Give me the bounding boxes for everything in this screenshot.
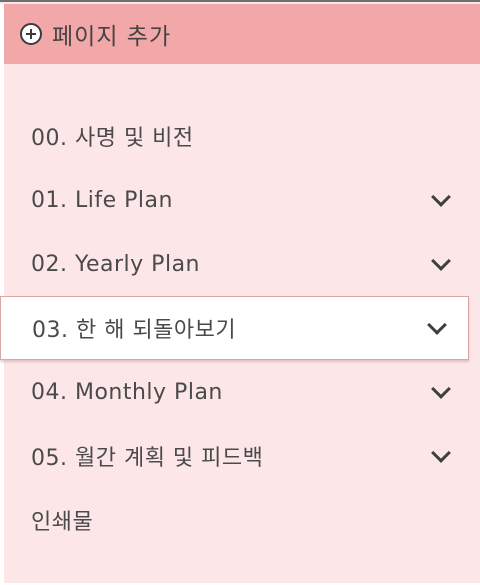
chevron-down-icon[interactable] [431, 187, 451, 207]
page-list: 00. 사명 및 비전 01. Life Plan 02. Yearly Pla… [0, 104, 480, 552]
page-item-label: 05. 월간 계획 및 피드백 [31, 446, 264, 471]
page-item-printables[interactable]: 인쇄물 [4, 488, 480, 552]
plus-circle-icon [20, 23, 42, 45]
chevron-down-icon[interactable] [431, 379, 451, 399]
page-item-yearly-plan[interactable]: 02. Yearly Plan [4, 232, 480, 296]
page-item-monthly-plan[interactable]: 04. Monthly Plan [4, 360, 480, 424]
page-item-label: 01. Life Plan [31, 187, 173, 213]
page-item-life-plan[interactable]: 01. Life Plan [4, 168, 480, 232]
page-item-label: 인쇄물 [31, 510, 94, 535]
add-page-label: 페이지 추가 [52, 24, 172, 50]
page-item-monthly-feedback[interactable]: 05. 월간 계획 및 피드백 [4, 424, 480, 488]
page-item-year-review[interactable]: 03. 한 해 되돌아보기 [0, 296, 469, 360]
page-panel: 페이지 추가 00. 사명 및 비전 01. Life Plan 02. Yea… [0, 0, 480, 585]
chevron-down-icon[interactable] [431, 443, 451, 463]
chevron-down-icon[interactable] [427, 315, 447, 335]
page-item-label: 02. Yearly Plan [31, 251, 200, 277]
page-item-label: 03. 한 해 되돌아보기 [32, 318, 237, 343]
add-page-button[interactable]: 페이지 추가 [4, 4, 480, 64]
page-item-label: 00. 사명 및 비전 [31, 126, 194, 151]
page-item-mission-vision[interactable]: 00. 사명 및 비전 [4, 104, 480, 168]
chevron-down-icon[interactable] [431, 251, 451, 271]
page-item-label: 04. Monthly Plan [31, 379, 223, 405]
